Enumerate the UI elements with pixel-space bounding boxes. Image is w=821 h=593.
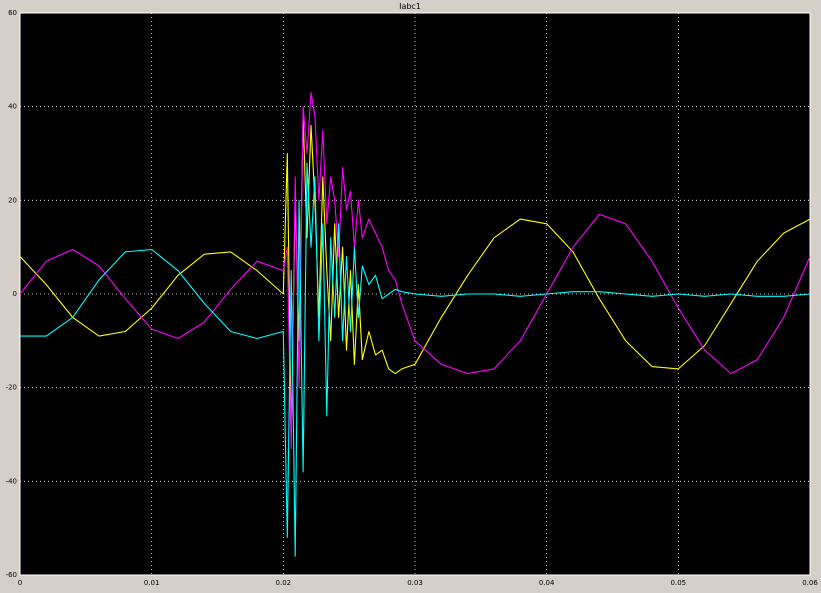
chart: Iabc1 0 0.01 0.02 0.03 0.04 0.05 0.06 60 40 20 0 -2… [6,2,819,587]
y-tick-label: 20 [8,196,17,204]
y-tick-label: -60 [6,571,17,579]
scope-window: Iabc1 0 0.01 0.02 0.03 0.04 0.05 0.06 60 40 20 0 -2… [0,0,821,593]
y-tick-label: 60 [8,9,17,17]
x-tick-label: 0.06 [802,579,818,587]
y-tick-label: 40 [8,103,17,111]
x-tick-label: 0.01 [144,579,160,587]
y-tick-label: -20 [6,384,17,392]
x-tick-label: 0 [18,579,22,587]
chart-title: Iabc1 [399,2,421,11]
x-tick-label: 0.05 [671,579,687,587]
x-tick-label: 0.03 [407,579,423,587]
x-tick-label: 0.04 [539,579,555,587]
x-tick-label: 0.02 [276,579,292,587]
y-tick-label: -40 [6,477,17,485]
y-tick-label: 0 [13,290,17,298]
